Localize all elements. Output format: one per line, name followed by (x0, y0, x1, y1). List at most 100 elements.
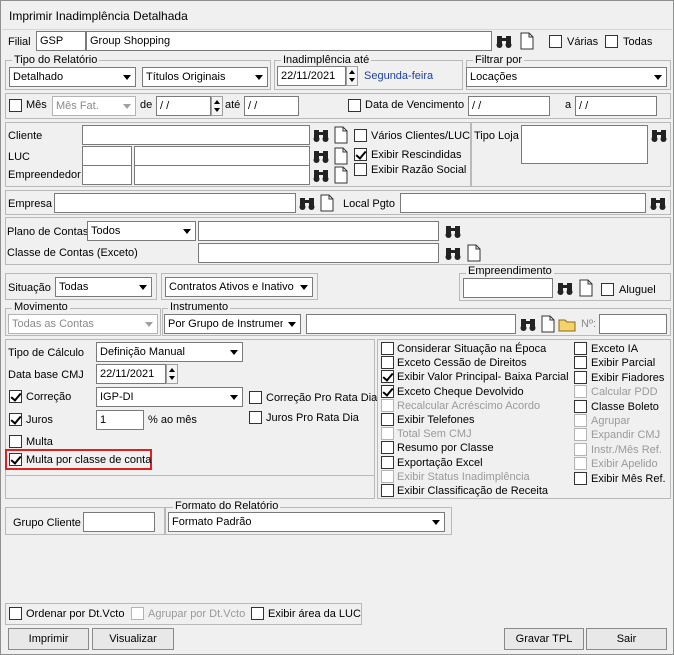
option-checkbox[interactable] (381, 398, 394, 412)
option-checkbox[interactable] (574, 370, 587, 384)
document-icon[interactable] (333, 126, 349, 144)
vencimento-to-input[interactable]: / / (575, 96, 657, 116)
option-checkbox[interactable] (381, 484, 394, 497)
document-icon[interactable] (319, 194, 335, 212)
binoculars-icon[interactable] (312, 126, 330, 144)
option-checkbox[interactable] (381, 342, 394, 355)
mes-to-input[interactable]: / / (244, 96, 299, 116)
data-base-input[interactable]: 22/11/2021 (96, 364, 166, 384)
grupo-cliente-input[interactable] (83, 512, 155, 532)
binoculars-icon[interactable] (444, 244, 462, 262)
document-icon[interactable] (333, 147, 349, 165)
luc-name-input[interactable] (134, 146, 310, 166)
binoculars-icon[interactable] (312, 166, 330, 184)
binoculars-icon[interactable] (298, 194, 316, 212)
exibir-razao-checkbox[interactable] (354, 163, 367, 176)
gravar-tpl-button[interactable]: Gravar TPL (504, 628, 584, 650)
instrumento-select[interactable]: Por Grupo de Instrumen (164, 314, 301, 334)
tipo-calculo-select[interactable]: Definição Manual (96, 342, 243, 362)
option-checkbox[interactable] (574, 385, 587, 399)
aluguel-checkbox[interactable] (601, 283, 614, 296)
inadimplencia-date-input[interactable]: 22/11/2021 (277, 66, 346, 86)
vencimento-from-input[interactable]: / / (468, 96, 550, 116)
option-checkbox[interactable] (381, 413, 394, 426)
exibir-area-checkbox[interactable] (251, 607, 264, 620)
option-checkbox[interactable] (574, 471, 587, 485)
formato-select[interactable]: Formato Padrão (168, 512, 445, 532)
filial-name-input[interactable]: Group Shopping (86, 31, 492, 51)
varias-checkbox[interactable] (549, 35, 562, 48)
option-checkbox[interactable] (574, 442, 587, 456)
document-icon[interactable] (333, 166, 349, 184)
varios-clientes-checkbox[interactable] (354, 129, 367, 142)
binoculars-icon[interactable] (649, 194, 667, 212)
document-icon[interactable] (540, 315, 556, 333)
juros-input[interactable]: 1 (96, 410, 144, 430)
data-base-spin[interactable] (166, 364, 178, 384)
correcao-select[interactable]: IGP-DI (96, 387, 243, 407)
contratos-select[interactable]: Contratos Ativos e Inativo (165, 277, 313, 297)
option-checkbox[interactable] (574, 414, 587, 427)
ordenar-checkbox[interactable] (9, 607, 22, 620)
situacao-select[interactable]: Todas (55, 277, 152, 297)
binoculars-icon[interactable] (444, 222, 462, 240)
option-checkbox[interactable] (381, 384, 394, 398)
classe-contas-input[interactable] (198, 243, 439, 263)
cliente-input[interactable] (82, 125, 310, 145)
option-checkbox[interactable] (574, 356, 587, 370)
binoculars-icon[interactable] (312, 147, 330, 165)
mes-from-input[interactable]: / / (156, 96, 211, 116)
empreendimento-input[interactable] (463, 278, 553, 298)
document-icon[interactable] (519, 32, 535, 50)
multa-checkbox[interactable] (9, 435, 22, 448)
local-pgto-input[interactable] (400, 193, 646, 213)
plano-contas-input[interactable] (198, 221, 439, 241)
correcao-checkbox[interactable] (9, 390, 22, 403)
option-checkbox[interactable] (381, 469, 394, 483)
juros-pro-rata-checkbox[interactable] (249, 411, 262, 424)
option-checkbox[interactable] (381, 356, 394, 370)
empreendedor-input[interactable] (82, 165, 132, 185)
filial-code-input[interactable]: GSP (36, 31, 86, 51)
document-icon[interactable] (466, 244, 482, 262)
mes-checkbox[interactable] (9, 99, 22, 112)
plano-contas-select[interactable]: Todos (87, 221, 196, 241)
vencimento-checkbox[interactable] (348, 99, 361, 112)
binoculars-icon[interactable] (556, 279, 574, 297)
binoculars-icon[interactable] (495, 32, 513, 50)
sair-button[interactable]: Sair (586, 628, 667, 650)
option-checkbox[interactable] (381, 441, 394, 455)
tipo-relatorio-select[interactable]: Detalhado (9, 67, 136, 87)
movimento-select[interactable]: Todas as Contas (8, 314, 158, 334)
filtrar-select[interactable]: Locações (466, 67, 667, 87)
date-spin[interactable] (346, 66, 358, 86)
num-input[interactable] (599, 314, 667, 334)
option-checkbox[interactable] (381, 370, 394, 384)
luc-input[interactable] (82, 146, 132, 166)
exibir-rescindidas-checkbox[interactable] (354, 148, 367, 161)
todas-checkbox[interactable] (605, 35, 618, 48)
option-checkbox[interactable] (381, 455, 394, 469)
binoculars-icon[interactable] (519, 315, 537, 333)
mes-select[interactable]: Mês Fat. (52, 96, 136, 116)
binoculars-icon[interactable] (650, 126, 668, 144)
document-icon[interactable] (578, 279, 594, 297)
option-checkbox[interactable] (381, 427, 394, 441)
option-checkbox[interactable] (574, 428, 587, 442)
correcao-pro-rata-checkbox[interactable] (249, 391, 262, 404)
multa-classe-checkbox[interactable] (9, 453, 22, 466)
option-checkbox[interactable] (574, 342, 587, 355)
tipo-loja-list[interactable] (521, 125, 648, 164)
agrupar-checkbox[interactable] (131, 607, 144, 620)
imprimir-button[interactable]: Imprimir (8, 628, 89, 650)
instrumento-input[interactable] (306, 314, 516, 334)
empresa-input[interactable] (54, 193, 296, 213)
juros-checkbox[interactable] (9, 413, 22, 426)
empreendedor-name-input[interactable] (134, 165, 310, 185)
visualizar-button[interactable]: Visualizar (92, 628, 174, 650)
titulos-select[interactable]: Títulos Originais (142, 67, 268, 87)
folder-icon[interactable] (558, 315, 576, 333)
mes-from-spin[interactable] (211, 96, 223, 116)
option-checkbox[interactable] (574, 399, 587, 413)
option-checkbox[interactable] (574, 457, 587, 471)
